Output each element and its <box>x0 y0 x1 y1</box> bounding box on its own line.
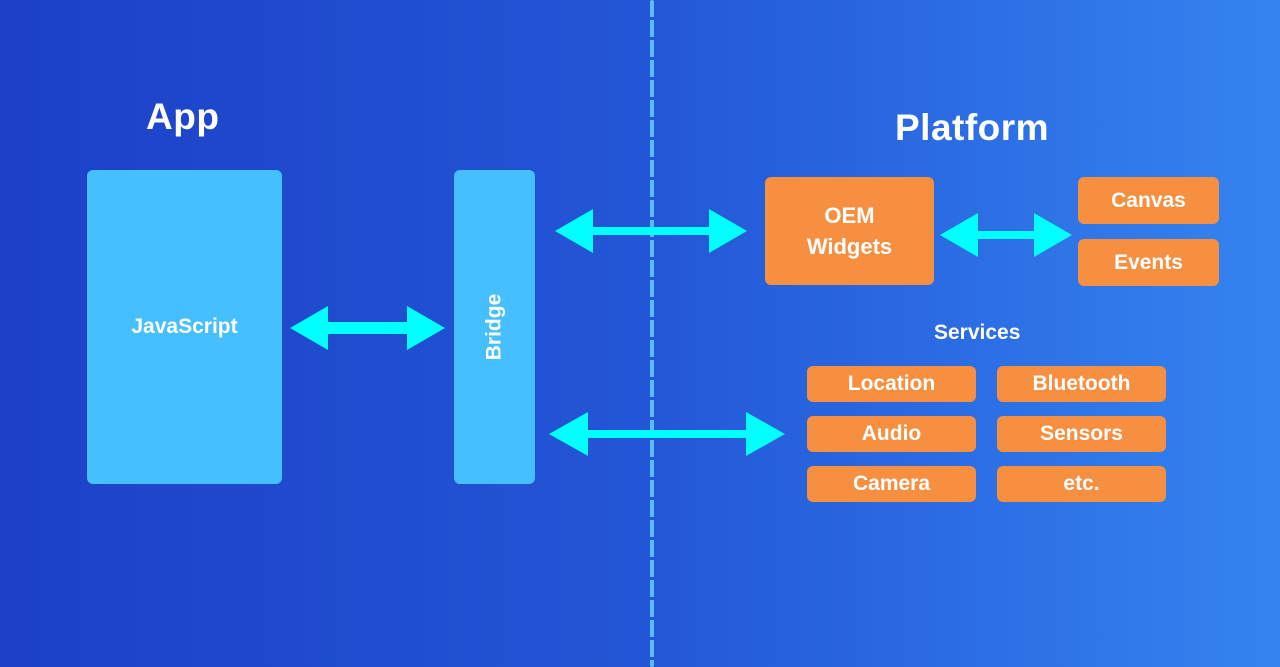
architecture-diagram: App JavaScript Bridge Platform OEM Widge… <box>0 0 1280 667</box>
service-audio: Audio <box>807 416 976 452</box>
services-title: Services <box>934 321 1021 344</box>
bridge-box: Bridge <box>454 170 535 484</box>
service-etc: etc. <box>997 466 1166 502</box>
canvas-box: Canvas <box>1078 177 1219 224</box>
arrow-javascript-bridge <box>290 306 445 350</box>
service-bluetooth: Bluetooth <box>997 366 1166 402</box>
service-location: Location <box>807 366 976 402</box>
app-platform-divider <box>650 0 654 667</box>
platform-title: Platform <box>895 107 1050 148</box>
service-camera: Camera <box>807 466 976 502</box>
service-sensors: Sensors <box>997 416 1166 452</box>
app-title: App <box>146 96 220 137</box>
javascript-label: JavaScript <box>131 315 238 338</box>
arrow-oem-widgets-canvas-events <box>940 213 1072 257</box>
javascript-box: JavaScript <box>87 170 282 484</box>
arrow-bridge-services <box>549 412 785 456</box>
bridge-label: Bridge <box>482 293 506 361</box>
events-box: Events <box>1078 239 1219 286</box>
oem-widgets-box: OEM Widgets <box>765 177 934 285</box>
arrow-bridge-oem-widgets <box>555 209 747 253</box>
